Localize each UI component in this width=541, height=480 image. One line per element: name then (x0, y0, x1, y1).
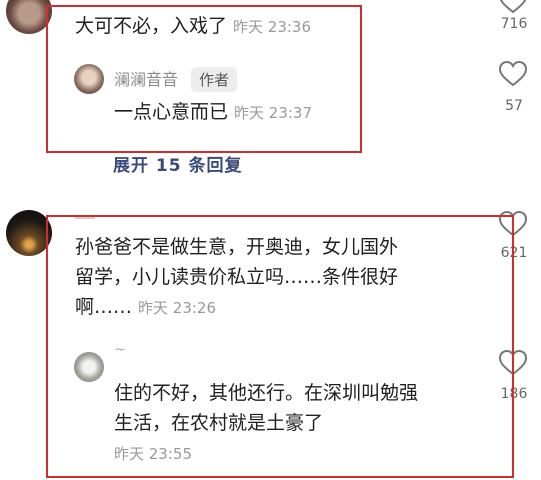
like-heart-icon[interactable] (498, 61, 528, 87)
expand-replies-link[interactable]: 展开 15 条回复 (113, 151, 243, 176)
like-count: 716 (500, 16, 528, 32)
like-count: 57 (505, 98, 523, 114)
highlight-box (46, 215, 514, 478)
highlight-box (46, 5, 362, 153)
like-heart-icon[interactable] (498, 0, 528, 14)
